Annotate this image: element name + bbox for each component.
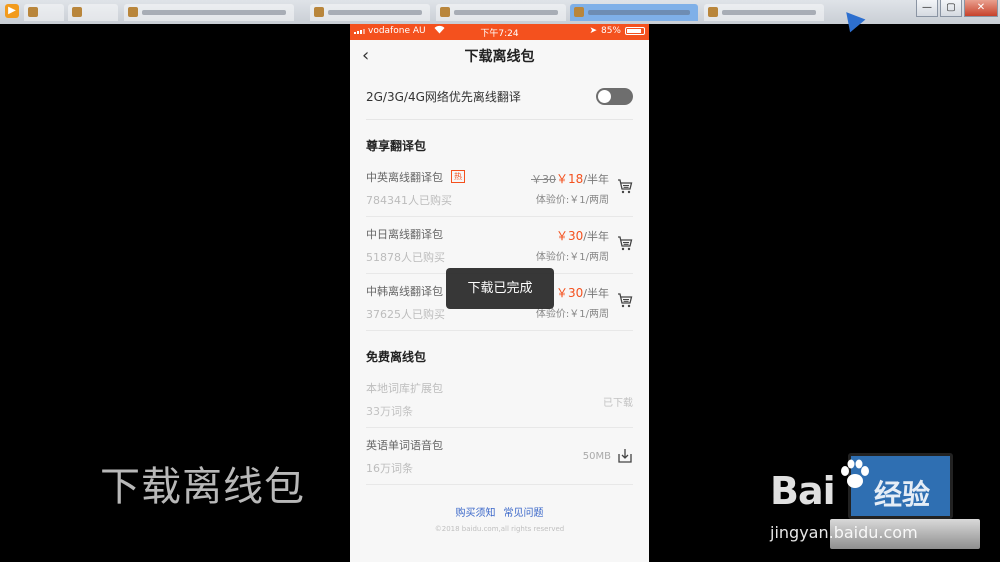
- trial-price: 体验价:￥1/两周: [535, 252, 609, 263]
- price: ￥30/半年: [556, 284, 609, 301]
- cart-icon[interactable]: [617, 178, 633, 194]
- page-title: 下载离线包: [464, 49, 535, 65]
- close-button[interactable]: ✕: [964, 0, 998, 17]
- purchase-count: 784341人已购买: [366, 194, 452, 207]
- minimize-button[interactable]: —: [916, 0, 938, 17]
- price-period: /半年: [583, 173, 609, 186]
- trial-price: 体验价:￥1/两周: [535, 195, 609, 206]
- price: ￥30￥18/半年: [531, 170, 609, 187]
- list-item: 本地词库扩展包 33万词条 已下载: [366, 371, 633, 428]
- word-count: 33万词条: [366, 405, 413, 418]
- browser-tab-active[interactable]: [570, 4, 698, 21]
- section-title: 尊享翻译包: [366, 139, 427, 153]
- list-item[interactable]: 中日离线翻译包 51878人已购买 ￥30/半年 体验价:￥1/两周: [366, 217, 633, 274]
- watermark-url: jingyan.baidu.com: [770, 523, 918, 542]
- price-period: /半年: [583, 287, 609, 300]
- price-period: /半年: [583, 230, 609, 243]
- baidu-watermark: Bai 经验 jingyan.baidu.com: [770, 451, 995, 559]
- nav-bar: ‹ 下载离线包: [350, 40, 649, 74]
- battery-icon: [625, 27, 645, 35]
- package-name: 中英离线翻译包: [366, 171, 443, 184]
- toast-message: 下载已完成: [446, 268, 554, 309]
- package-name: 本地词库扩展包: [366, 382, 443, 395]
- phone-screen: vodafone AU 下午7:24 ➤ 85% ‹ 下载离线包 2G/3G/4…: [350, 24, 649, 562]
- old-price: ￥30: [531, 173, 556, 186]
- paw-icon: [841, 459, 869, 488]
- word-count: 16万词条: [366, 462, 413, 475]
- video-caption: 下载离线包: [100, 464, 305, 510]
- current-price: ￥30: [556, 286, 584, 300]
- location-icon: ➤: [589, 26, 597, 36]
- cart-icon[interactable]: [617, 235, 633, 251]
- download-icon[interactable]: [617, 448, 633, 464]
- network-priority-toggle[interactable]: [596, 88, 633, 105]
- package-name: 中韩离线翻译包: [366, 285, 443, 298]
- package-name: 英语单词语音包: [366, 439, 443, 452]
- list-item[interactable]: 中英离线翻译包热 784341人已购买 ￥30￥18/半年 体验价:￥1/两周: [366, 160, 633, 217]
- purchase-count: 37625人已购买: [366, 308, 445, 321]
- video-player-icon[interactable]: ▶: [5, 4, 19, 18]
- battery-percent: 85%: [600, 26, 621, 36]
- chevron-left-icon[interactable]: ‹: [362, 45, 369, 66]
- browser-tab[interactable]: [24, 4, 64, 21]
- jingyan-logo: 经验: [874, 478, 931, 511]
- browser-tab[interactable]: [124, 4, 294, 21]
- network-priority-setting: 2G/3G/4G网络优先离线翻译: [366, 74, 633, 120]
- free-section: 免费离线包 本地词库扩展包 33万词条 已下载 英语单词语音包 16万词条 50…: [366, 331, 633, 485]
- file-size: 50MB: [582, 451, 611, 462]
- browser-tab[interactable]: [436, 4, 566, 21]
- price: ￥30/半年: [556, 227, 609, 244]
- hot-badge: 热: [451, 170, 465, 183]
- purchase-notice-link[interactable]: 购买须知: [456, 508, 496, 519]
- purchase-count: 51878人已购买: [366, 251, 445, 264]
- window-controls: — ▢ ✕: [916, 0, 998, 17]
- setting-label: 2G/3G/4G网络优先离线翻译: [366, 90, 521, 104]
- current-price: ￥30: [556, 229, 584, 243]
- status-bar: vodafone AU 下午7:24 ➤ 85%: [350, 24, 649, 40]
- faq-link[interactable]: 常见问题: [504, 508, 544, 519]
- current-price: ￥18: [556, 172, 584, 186]
- browser-tab[interactable]: [310, 4, 430, 21]
- browser-tab[interactable]: [68, 4, 118, 21]
- downloaded-status: 已下载: [603, 398, 633, 409]
- maximize-button[interactable]: ▢: [940, 0, 962, 17]
- browser-tab[interactable]: [704, 4, 824, 21]
- cart-icon[interactable]: [617, 292, 633, 308]
- list-item[interactable]: 英语单词语音包 16万词条 50MB: [366, 428, 633, 485]
- copyright: ©2018 baidu.com,all rights reserved: [434, 525, 565, 533]
- section-title: 免费离线包: [366, 350, 427, 364]
- package-name: 中日离线翻译包: [366, 228, 443, 241]
- footer: 购买须知 常见问题 ©2018 baidu.com,all rights rese…: [350, 504, 649, 533]
- baidu-logo: Bai: [770, 469, 836, 513]
